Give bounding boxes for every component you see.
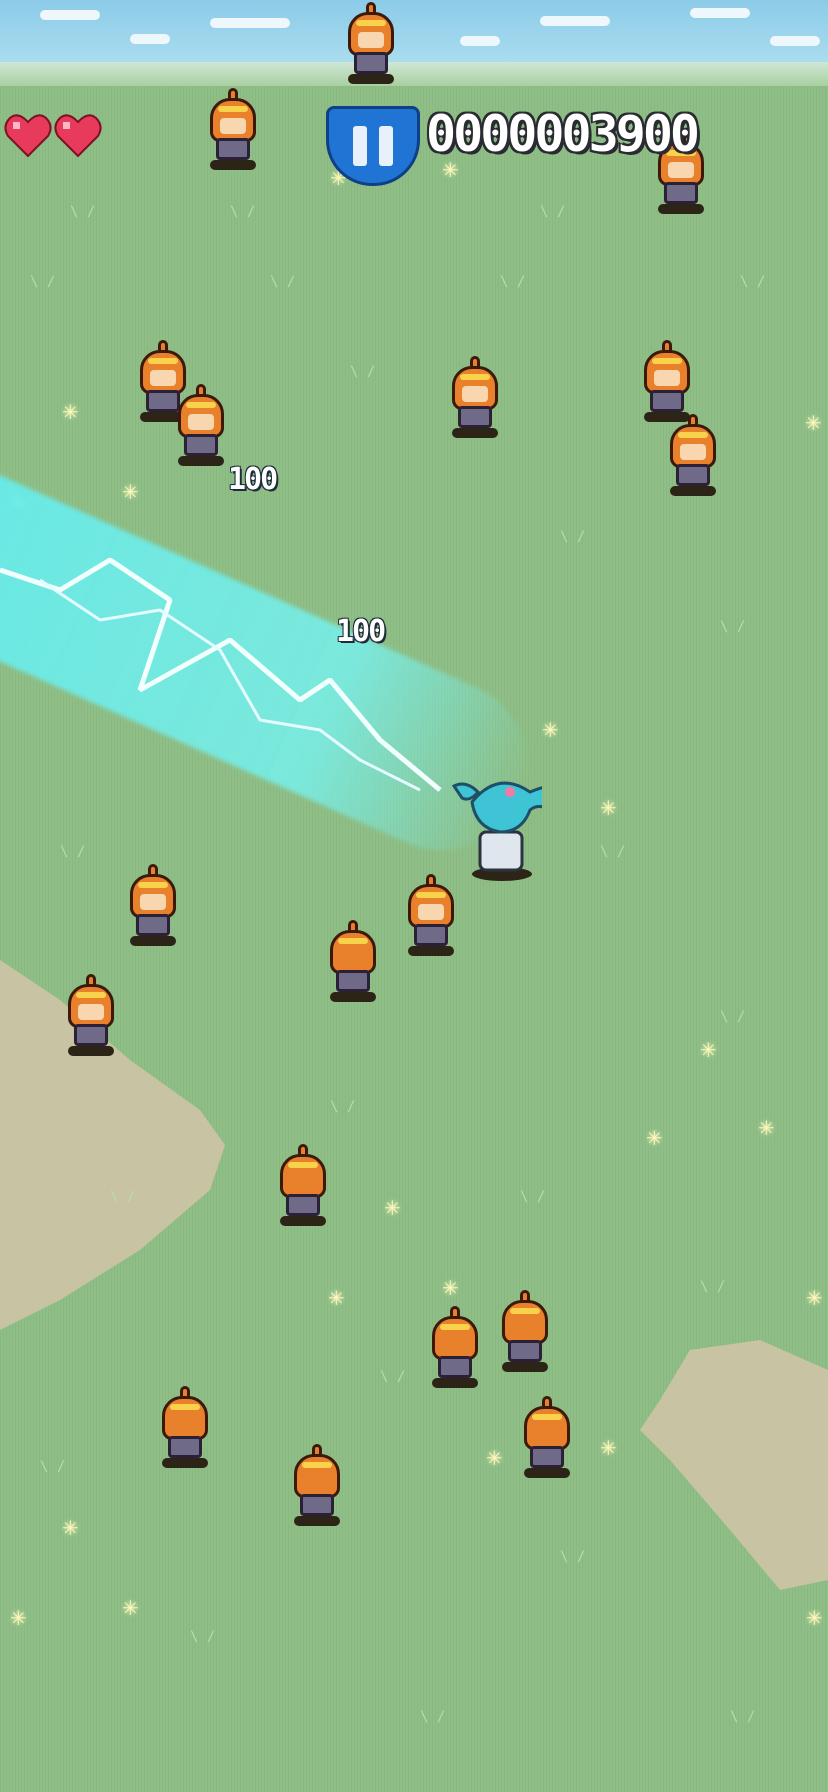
grass-tuft: \ / xyxy=(560,1549,586,1565)
flower: ✳ xyxy=(328,1286,345,1310)
enemy-sprite xyxy=(286,1444,348,1528)
score-counter: 0000003900 xyxy=(426,105,700,163)
flower: ✳ xyxy=(758,1116,775,1140)
lives-display xyxy=(4,112,102,158)
flower: ✳ xyxy=(10,1606,27,1630)
grass-tuft: \ / xyxy=(730,1709,756,1725)
enemy-sprite xyxy=(424,1306,486,1390)
enemy-sprite xyxy=(322,920,384,1004)
heart-icon xyxy=(54,114,102,158)
game-field[interactable]: \ / \ / \ / \ / \ / \ / \ / \ / \ / \ / … xyxy=(0,0,828,1792)
enemy-sprite xyxy=(154,1386,216,1470)
enemy-sprite xyxy=(122,864,184,948)
flower: ✳ xyxy=(806,1286,823,1310)
enemy-sprite xyxy=(272,1144,334,1228)
flower: ✳ xyxy=(486,1446,503,1470)
flower: ✳ xyxy=(384,1196,401,1220)
grass-tuft: \ / xyxy=(420,1709,446,1725)
grass-tuft: \ / xyxy=(40,1459,66,1475)
enemy-sprite xyxy=(400,874,462,958)
player-character xyxy=(452,781,542,881)
grass-tuft: \ / xyxy=(520,1189,546,1205)
enemy-sprite xyxy=(516,1396,578,1480)
grass-tuft: \ / xyxy=(110,1189,136,1205)
pause-icon xyxy=(353,126,367,166)
enemy-sprite xyxy=(170,384,232,468)
score-popup: 100 xyxy=(228,462,278,497)
flower: ✳ xyxy=(600,1436,617,1460)
flower: ✳ xyxy=(646,1126,663,1150)
flower: ✳ xyxy=(700,1038,717,1062)
enemy-sprite xyxy=(340,2,402,86)
enemy-sprite xyxy=(60,974,122,1058)
enemy-sprite xyxy=(636,340,698,424)
enemy-sprite xyxy=(662,414,724,498)
score-popup: 100 xyxy=(336,614,386,649)
pause-icon xyxy=(379,126,393,166)
flower: ✳ xyxy=(442,1276,459,1300)
dirt-patch-right xyxy=(640,1340,828,1590)
heart-icon xyxy=(4,114,52,158)
enemy-sprite xyxy=(202,88,264,172)
grass-tuft: \ / xyxy=(700,1279,726,1295)
grass-tuft: \ / xyxy=(190,1629,216,1645)
grass-tuft: \ / xyxy=(330,1099,356,1115)
grass-tuft: \ / xyxy=(380,1369,406,1385)
enemy-sprite xyxy=(444,356,506,440)
flower: ✳ xyxy=(62,1516,79,1540)
enemy-sprite xyxy=(494,1290,556,1374)
flower: ✳ xyxy=(806,1606,823,1630)
grass-tuft: \ / xyxy=(720,1009,746,1025)
flower: ✳ xyxy=(122,1596,139,1620)
